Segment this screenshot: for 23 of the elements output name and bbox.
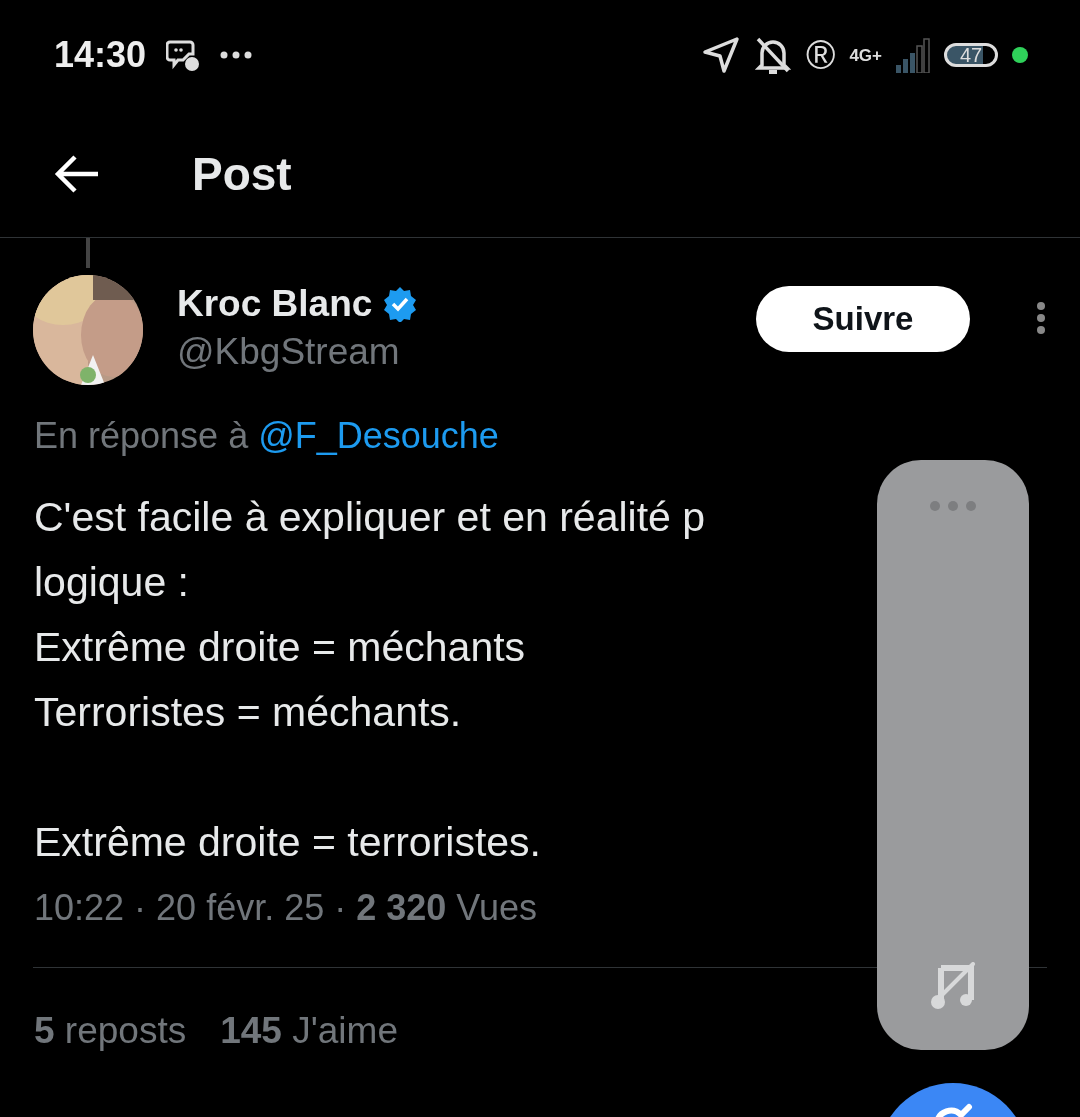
author-handle[interactable]: @KbgStream — [177, 331, 419, 373]
mention-link[interactable]: @F_Desouche — [258, 415, 499, 456]
author-name[interactable]: Kroc Blanc — [177, 283, 373, 325]
more-options-icon[interactable] — [1036, 301, 1046, 335]
more-icon — [220, 51, 253, 59]
post-text: C'est facile à expliquer et en réalité p logique : Extrême droite = méchants Terroristes = méchants. Extrême droite = terroristes. — [34, 493, 706, 867]
follow-button[interactable]: Suivre — [756, 286, 970, 352]
back-button[interactable] — [54, 153, 100, 194]
quill-icon — [933, 1103, 973, 1117]
reply-context: En réponse à @F_Desouche — [33, 414, 500, 457]
chat-bubble-icon — [166, 38, 201, 72]
registered-mark: ® — [805, 35, 836, 75]
post-meta: 10:22 · 20 févr. 25 · 2 320 Vues — [34, 887, 539, 929]
location-arrow-icon — [701, 36, 740, 74]
engagement-stat[interactable]: 5 reposts — [34, 1010, 187, 1052]
status-time: 14:30 — [54, 34, 147, 76]
battery-indicator: 47 — [944, 43, 998, 67]
engagement-stat[interactable]: 145 J'aime — [220, 1010, 398, 1052]
privacy-dot-icon — [1012, 47, 1028, 63]
signal-icon — [896, 37, 930, 73]
network-type: 4G+ — [849, 46, 882, 64]
bell-muted-icon — [753, 35, 792, 75]
page-title: Post — [192, 146, 292, 201]
